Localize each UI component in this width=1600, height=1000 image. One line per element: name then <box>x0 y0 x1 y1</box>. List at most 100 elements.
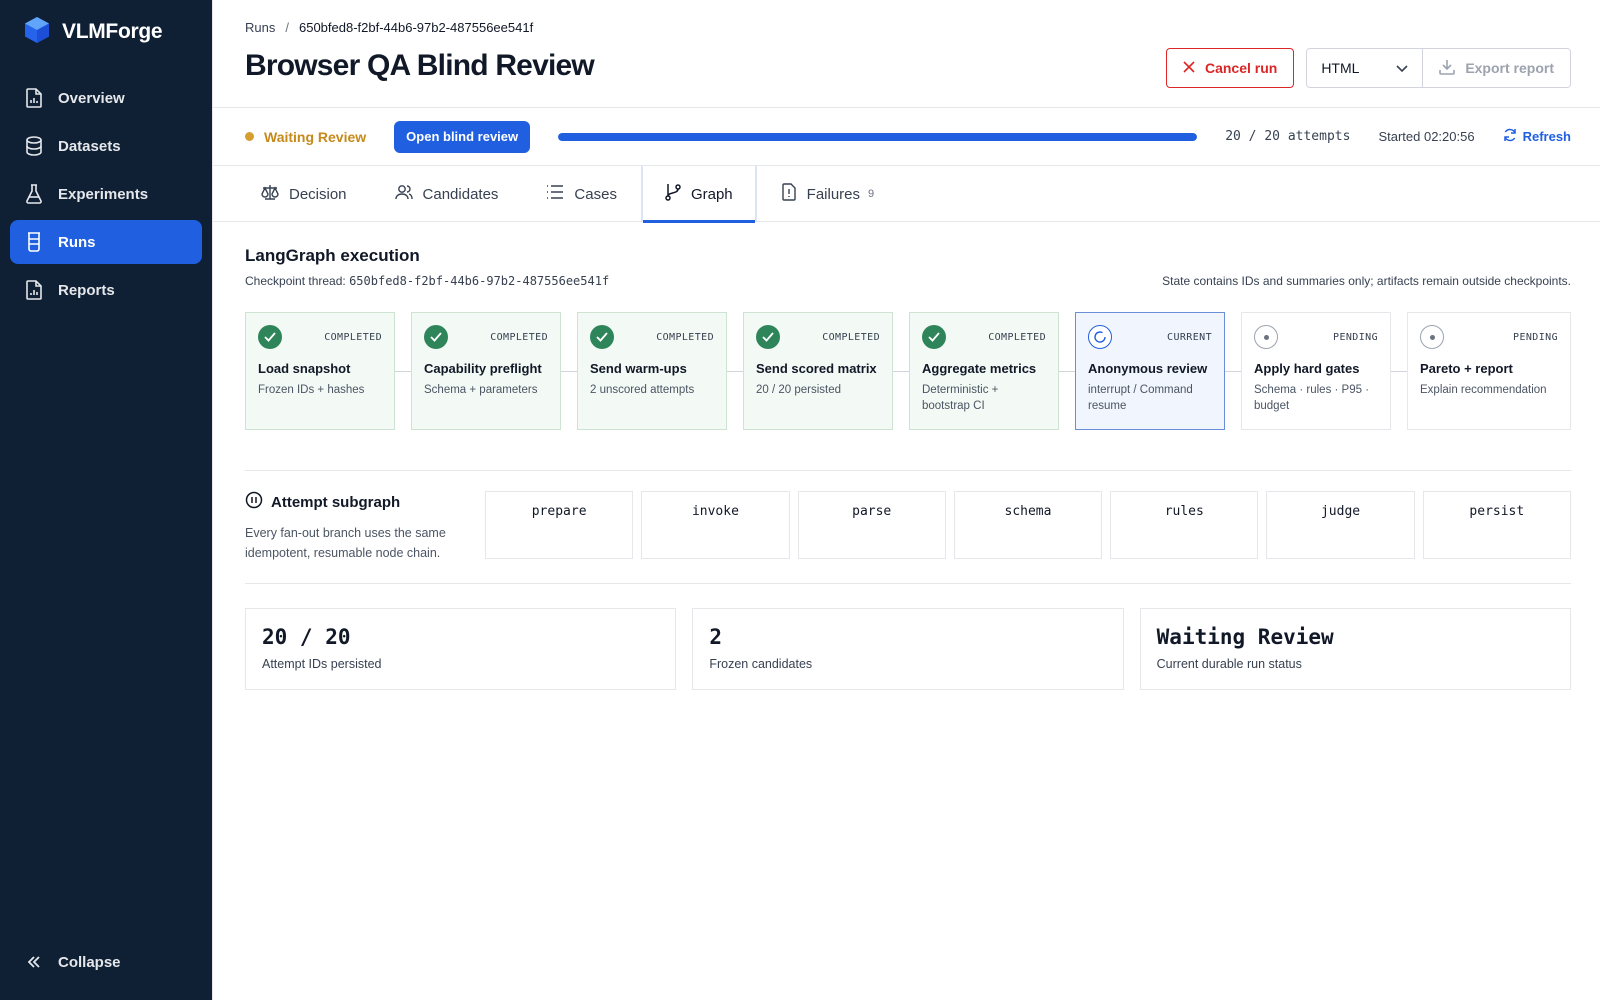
status-badge: Waiting Review <box>264 128 367 145</box>
attempts-count: 20 / 20 attempts <box>1225 129 1351 144</box>
header-actions: Cancel run HTML Export report <box>1165 48 1571 88</box>
tab-graph[interactable]: Graph <box>640 166 757 223</box>
close-icon <box>1183 60 1195 76</box>
tab-label: Decision <box>289 185 347 203</box>
graph-node-load-snapshot[interactable]: COMPLETED Load snapshot Frozen IDs + has… <box>245 312 395 430</box>
graph-node-anonymous-review[interactable]: CURRENT Anonymous review interrupt / Com… <box>1075 312 1225 430</box>
tab-label: Cases <box>574 185 617 203</box>
sidebar-item-label: Overview <box>58 89 125 107</box>
database-icon <box>24 136 44 156</box>
graph-node-pareto-report[interactable]: PENDING Pareto + report Explain recommen… <box>1407 312 1571 430</box>
stat-card-attempts: 20 / 20 Attempt IDs persisted <box>245 608 677 690</box>
node-subtitle: 2 unscored attempts <box>590 384 695 396</box>
subgraph-step-prepare[interactable]: prepare <box>485 491 634 559</box>
sidebar-item-reports[interactable]: Reports <box>10 268 202 312</box>
breadcrumb-runs-link[interactable]: Runs <box>245 20 275 35</box>
scale-icon <box>261 184 279 204</box>
refresh-label: Refresh <box>1522 129 1571 144</box>
thread-id: 650bfed8-f2bf-44b6-97b2-487556ee541f <box>349 274 610 288</box>
node-subtitle: Schema · rules · P95 · budget <box>1254 384 1370 412</box>
status-dot <box>245 132 254 141</box>
stat-card-candidates: 2 Frozen candidates <box>692 608 1124 690</box>
refresh-icon <box>1503 128 1517 145</box>
tab-candidates[interactable]: Candidates <box>371 166 523 222</box>
node-title: Anonymous review <box>1088 361 1208 376</box>
node-title: Apply hard gates <box>1254 361 1360 376</box>
chevron-down-icon <box>1396 60 1408 76</box>
started-time: Started 02:20:56 <box>1378 129 1475 144</box>
tab-failures[interactable]: Failures 9 <box>757 166 898 222</box>
cancel-run-button[interactable]: Cancel run <box>1165 48 1295 88</box>
node-title: Send scored matrix <box>756 361 877 376</box>
subgraph-title: Attempt subgraph <box>271 493 401 511</box>
tab-bar: Decision Candidates Cases Graph Failures <box>213 166 1600 223</box>
subgraph-step-parse[interactable]: parse <box>797 491 946 559</box>
node-connector <box>395 370 411 372</box>
node-title: Send warm-ups <box>590 361 687 376</box>
sidebar-item-datasets[interactable]: Datasets <box>10 124 202 168</box>
graph-node-apply-hard-gates[interactable]: PENDING Apply hard gates Schema · rules … <box>1241 312 1391 430</box>
node-title: Capability preflight <box>424 361 542 376</box>
status-bar: Waiting Review Open blind review 20 / 20… <box>213 108 1600 166</box>
node-status: COMPLETED <box>822 331 880 343</box>
graph-node-send-warm-ups[interactable]: COMPLETED Send warm-ups 2 unscored attem… <box>577 312 727 430</box>
graph-nodes: COMPLETED Load snapshot Frozen IDs + has… <box>245 312 1571 430</box>
node-subtitle: Explain recommendation <box>1420 384 1547 396</box>
check-icon <box>258 325 282 349</box>
stat-label: Current durable run status <box>1156 657 1302 671</box>
sidebar-item-experiments[interactable]: Experiments <box>10 172 202 216</box>
node-status: COMPLETED <box>988 331 1046 343</box>
subgraph-step-persist[interactable]: persist <box>1422 491 1571 559</box>
subgraph-step-schema[interactable]: schema <box>953 491 1103 559</box>
graph-node-aggregate-metrics[interactable]: COMPLETED Aggregate metrics Deterministi… <box>909 312 1059 430</box>
graph-node-capability-preflight[interactable]: COMPLETED Capability preflight Schema + … <box>411 312 561 430</box>
tab-label: Failures <box>806 185 861 203</box>
check-icon <box>590 325 614 349</box>
subgraph-step-judge[interactable]: judge <box>1266 491 1415 559</box>
tab-label: Candidates <box>422 185 499 203</box>
main-content: Runs / 650bfed8-f2bf-44b6-97b2-487556ee5… <box>212 0 1600 1000</box>
node-connector <box>1391 370 1407 372</box>
tab-cases[interactable]: Cases <box>522 166 641 222</box>
node-connector <box>727 370 743 372</box>
format-select[interactable]: HTML <box>1307 49 1424 87</box>
node-status: PENDING <box>1513 331 1558 343</box>
collapse-button[interactable]: Collapse <box>10 944 202 980</box>
refresh-button[interactable]: Refresh <box>1503 128 1571 145</box>
tab-decision[interactable]: Decision <box>237 166 371 222</box>
sidebar-item-runs[interactable]: Runs <box>10 220 202 264</box>
sidebar-item-overview[interactable]: Overview <box>10 76 202 120</box>
brand-name: VLMForge <box>62 20 163 43</box>
page-header: Runs / 650bfed8-f2bf-44b6-97b2-487556ee5… <box>213 0 1600 108</box>
sidebar-item-label: Experiments <box>58 185 149 203</box>
thread-label: Checkpoint thread: <box>245 274 346 288</box>
node-connector <box>561 370 577 372</box>
brand[interactable]: VLMForge <box>0 0 212 64</box>
progress-bar <box>558 132 1198 141</box>
tab-label: Graph <box>690 185 733 203</box>
node-subtitle: Schema + parameters <box>424 384 538 396</box>
node-status: PENDING <box>1333 331 1378 343</box>
subgraph-step-rules[interactable]: rules <box>1110 491 1259 559</box>
open-blind-review-button[interactable]: Open blind review <box>394 120 531 153</box>
node-connector <box>1059 370 1075 372</box>
export-report-button[interactable]: Export report <box>1423 49 1570 87</box>
chevrons-left-icon <box>24 952 44 972</box>
node-status: COMPLETED <box>490 331 548 343</box>
pending-circle-icon <box>1254 325 1278 349</box>
sidebar: VLMForge Overview Datasets Experiments R… <box>0 0 212 1000</box>
subgraph-step-invoke[interactable]: invoke <box>641 491 790 559</box>
pause-circle-icon <box>245 491 263 513</box>
graph-header: LangGraph execution Checkpoint thread: 6… <box>245 246 1571 288</box>
stat-label: Frozen candidates <box>709 657 813 671</box>
alert-file-icon <box>781 183 797 205</box>
state-note: State contains IDs and summaries only; a… <box>1162 274 1571 288</box>
sidebar-nav: Overview Datasets Experiments Runs Repor… <box>0 64 212 312</box>
graph-node-send-scored-matrix[interactable]: COMPLETED Send scored matrix 20 / 20 per… <box>743 312 893 430</box>
cancel-run-label: Cancel run <box>1204 60 1278 76</box>
stat-value: 2 <box>709 625 722 649</box>
spinner-icon <box>1088 325 1112 349</box>
check-icon <box>922 325 946 349</box>
export-group: HTML Export report <box>1306 48 1571 88</box>
attempt-subgraph: Attempt subgraph Every fan-out branch us… <box>245 471 1571 583</box>
